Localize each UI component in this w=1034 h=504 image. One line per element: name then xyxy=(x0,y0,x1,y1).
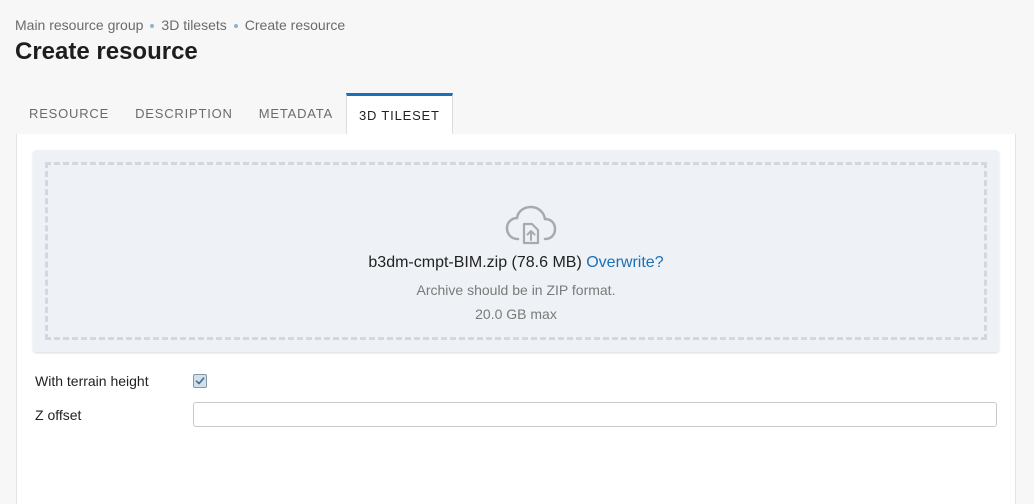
tab-bar: RESOURCE DESCRIPTION METADATA 3D TILESET xyxy=(16,93,1016,135)
breadcrumb: Main resource group 3D tilesets Create r… xyxy=(15,17,345,33)
terrain-height-label: With terrain height xyxy=(35,373,149,389)
breadcrumb-item-3d-tilesets[interactable]: 3D tilesets xyxy=(161,17,226,33)
file-dropzone[interactable]: b3dm-cmpt-BIM.zip (78.6 MB) Overwrite? A… xyxy=(33,150,999,352)
overwrite-link[interactable]: Overwrite? xyxy=(586,254,663,271)
breadcrumb-separator xyxy=(150,24,155,28)
breadcrumb-separator xyxy=(233,24,238,28)
breadcrumb-item-main-resource-group[interactable]: Main resource group xyxy=(15,17,143,33)
breadcrumb-item-create-resource: Create resource xyxy=(244,17,346,33)
check-icon xyxy=(195,377,205,385)
tab-description[interactable]: DESCRIPTION xyxy=(122,93,246,133)
size-limit-hint: 20.0 GB max xyxy=(475,306,557,322)
terrain-height-checkbox[interactable] xyxy=(193,374,207,388)
tab-3d-tileset[interactable]: 3D TILESET xyxy=(346,93,453,135)
uploaded-file-line: b3dm-cmpt-BIM.zip (78.6 MB) Overwrite? xyxy=(48,254,984,272)
z-offset-row: Z offset xyxy=(35,402,997,427)
z-offset-label: Z offset xyxy=(35,406,82,423)
uploaded-file-name: b3dm-cmpt-BIM.zip (78.6 MB) xyxy=(368,254,582,271)
terrain-height-row: With terrain height xyxy=(35,373,207,389)
page-title: Create resource xyxy=(15,38,198,65)
z-offset-input[interactable] xyxy=(193,402,997,427)
tab-metadata[interactable]: METADATA xyxy=(246,93,346,133)
cloud-upload-icon xyxy=(505,205,557,245)
tab-panel: b3dm-cmpt-BIM.zip (78.6 MB) Overwrite? A… xyxy=(16,134,1016,504)
tab-resource[interactable]: RESOURCE xyxy=(16,93,122,133)
format-hint: Archive should be in ZIP format. xyxy=(416,282,616,298)
dropzone-border: b3dm-cmpt-BIM.zip (78.6 MB) Overwrite? A… xyxy=(45,162,987,340)
